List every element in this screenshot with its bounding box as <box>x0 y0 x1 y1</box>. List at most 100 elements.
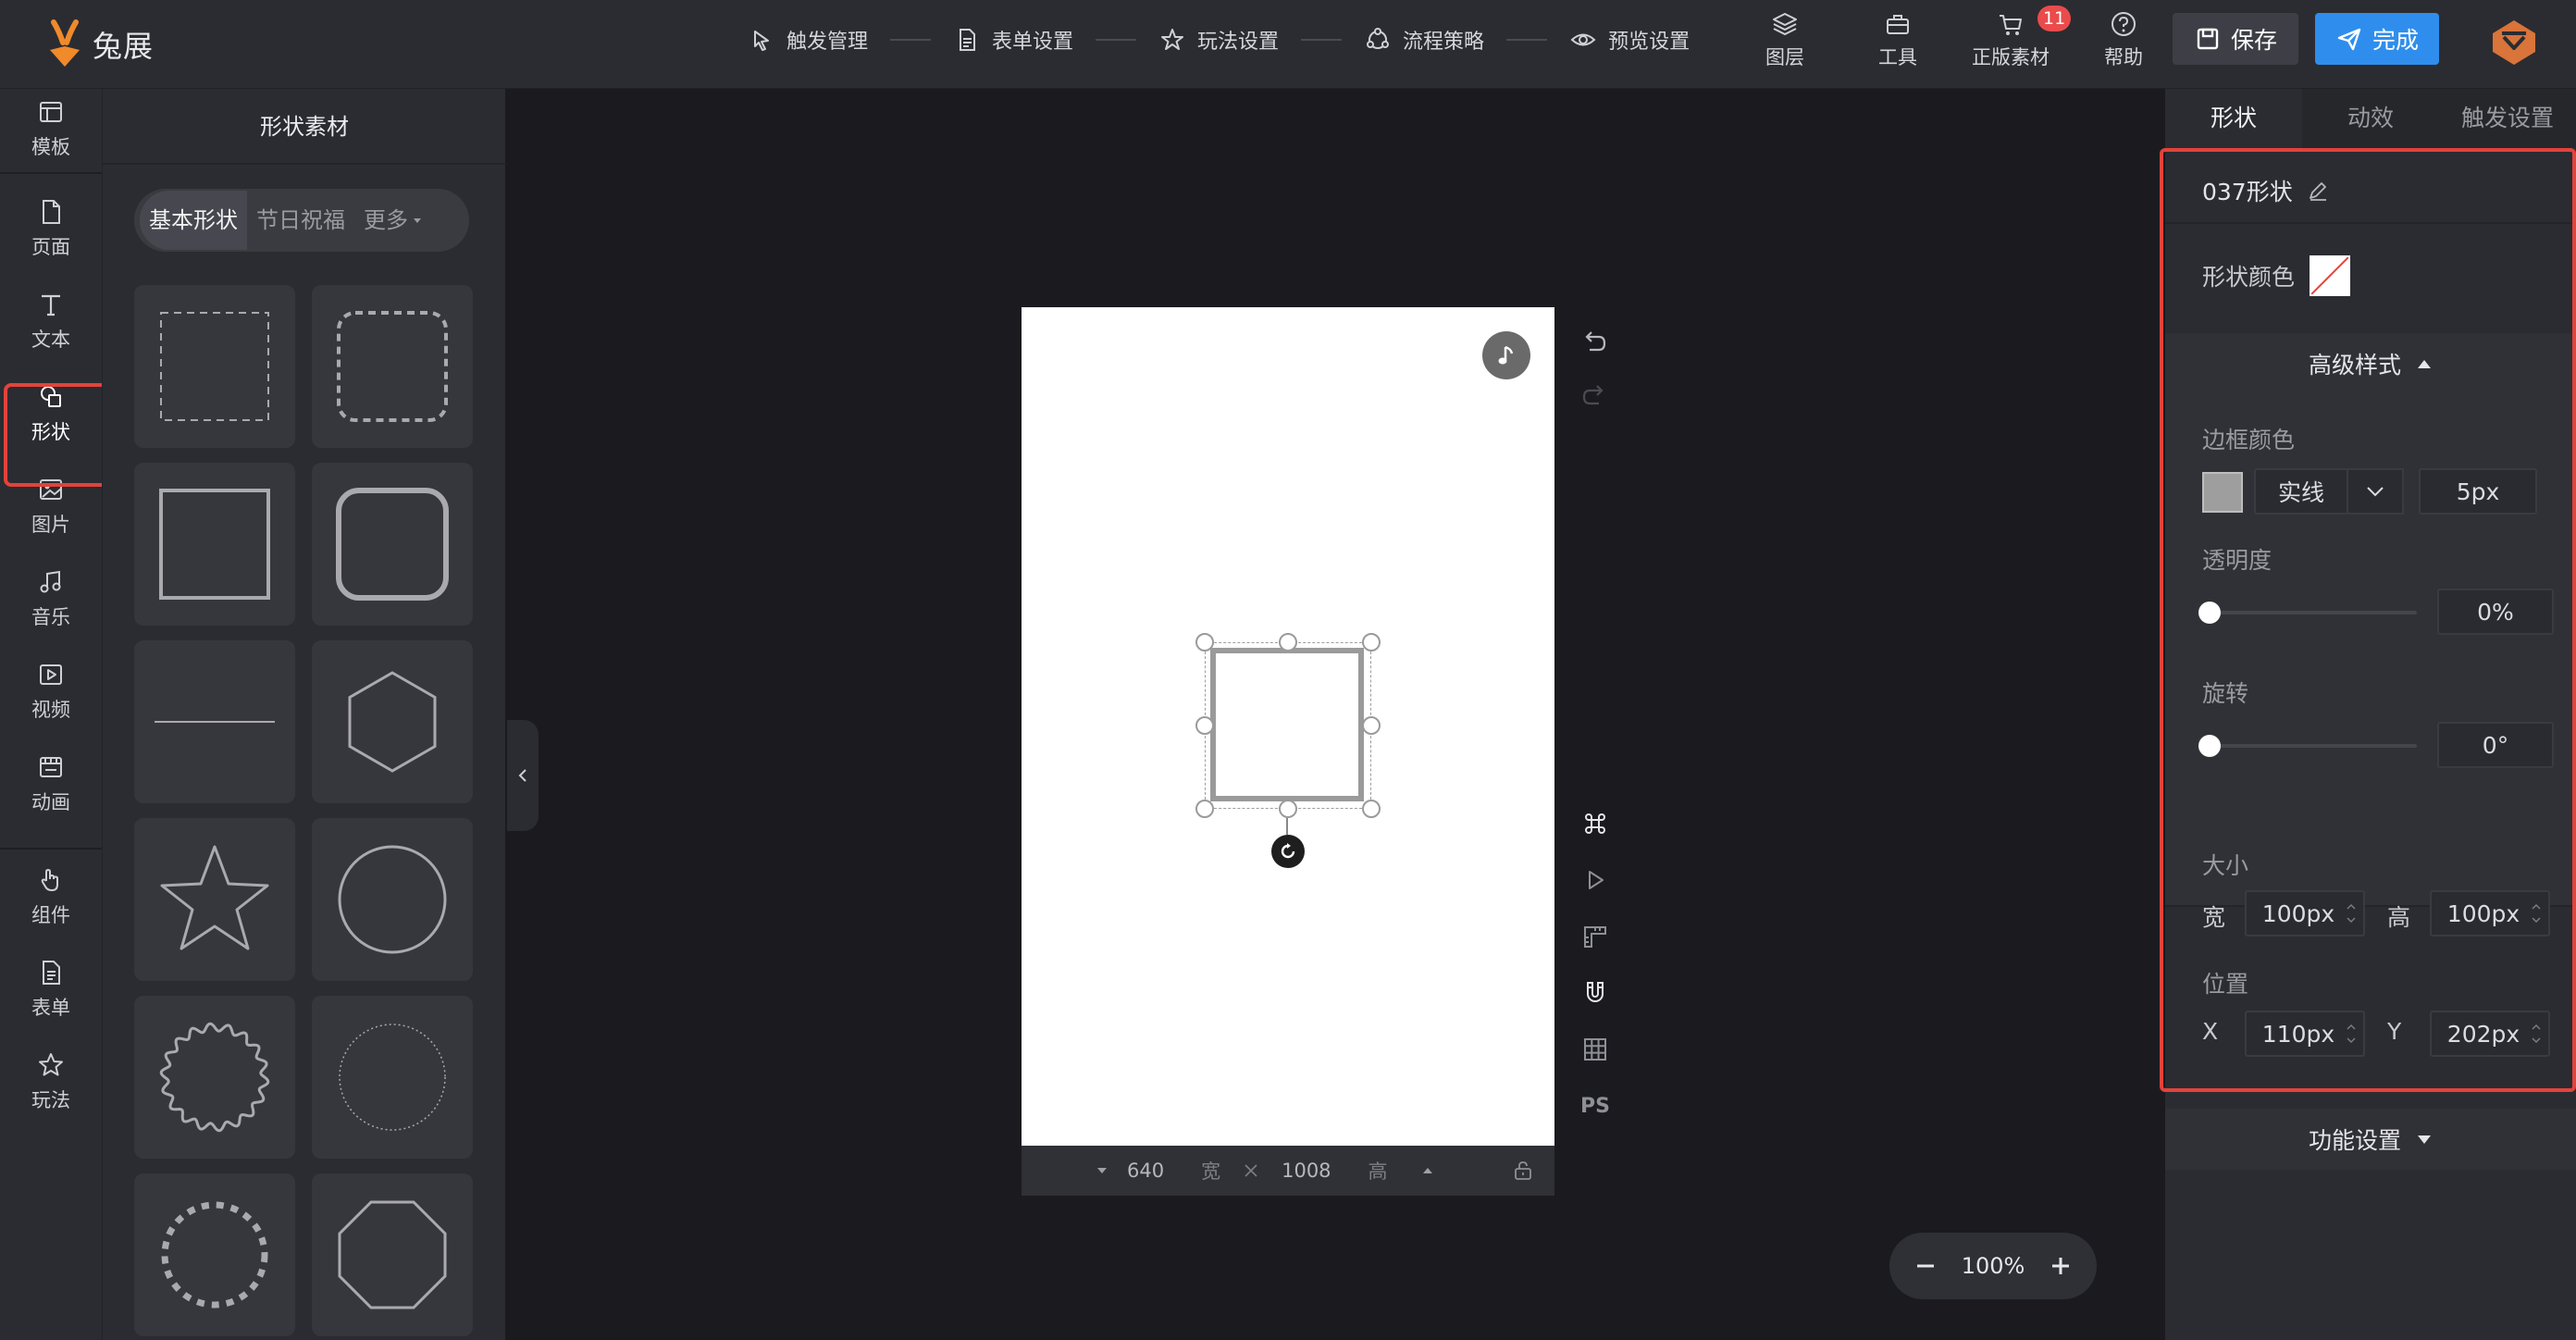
nav-video[interactable]: 视频 <box>0 651 102 731</box>
help-icon <box>2112 12 2136 36</box>
stepper-icon[interactable] <box>2530 896 2543 931</box>
history-controls <box>1579 328 1612 435</box>
stepper-icon[interactable] <box>2345 1016 2358 1051</box>
cart-icon <box>2000 15 2022 35</box>
border-style-select[interactable]: 实线 <box>2254 468 2348 515</box>
magnet-snap-button[interactable] <box>1579 976 1612 1010</box>
app-logo[interactable]: 兔展 <box>44 17 154 72</box>
zoom-in-icon[interactable] <box>2049 1254 2073 1278</box>
opacity-slider[interactable] <box>2198 602 2421 624</box>
shape-star[interactable] <box>134 818 295 981</box>
shape-octagon[interactable] <box>312 1173 473 1336</box>
function-settings-toggle[interactable]: 功能设置 <box>2165 1109 2576 1170</box>
ruler-button[interactable] <box>1579 920 1612 953</box>
zoom-out-icon[interactable] <box>1913 1254 1938 1278</box>
redo-icon[interactable] <box>1579 381 1610 413</box>
edit-icon[interactable] <box>2306 179 2330 203</box>
nav-component[interactable]: 组件 <box>0 857 102 937</box>
shortcut-button[interactable] <box>1579 807 1612 840</box>
shape-dashed-rounded-square[interactable] <box>312 285 473 448</box>
nav-page[interactable]: 页面 <box>0 189 102 268</box>
shape-color-swatch[interactable] <box>2310 255 2350 296</box>
shape-rounded-square[interactable] <box>312 463 473 626</box>
app-name: 兔展 <box>93 29 155 64</box>
canvas-height-value[interactable]: 1008 <box>1282 1160 1331 1182</box>
border-style-dropdown[interactable] <box>2347 468 2404 515</box>
x-input[interactable]: 110px <box>2245 1011 2365 1057</box>
shape-circle[interactable] <box>312 818 473 981</box>
resize-handle-right[interactable] <box>1362 716 1381 735</box>
tab-festival-greetings[interactable]: 节日祝福 <box>247 191 354 250</box>
background-music-button[interactable] <box>1482 331 1530 379</box>
times-icon <box>1245 1164 1257 1177</box>
step-trigger-management[interactable]: 触发管理 <box>748 25 868 55</box>
notification-badge: 11 <box>2037 6 2072 31</box>
resize-handle-top-right[interactable] <box>1362 633 1381 651</box>
tab-effects[interactable]: 动效 <box>2302 89 2439 148</box>
tool-layers[interactable]: 图层 <box>1728 0 1841 80</box>
advanced-style-toggle[interactable]: 高级样式 <box>2165 333 2576 394</box>
nav-music[interactable]: 音乐 <box>0 559 102 639</box>
opacity-input[interactable]: 0% <box>2437 589 2554 635</box>
play-preview-button[interactable] <box>1579 863 1612 897</box>
border-width-input[interactable]: 5px <box>2419 468 2537 515</box>
nav-gameplay[interactable]: 玩法 <box>0 1042 102 1122</box>
shape-line[interactable] <box>134 640 295 803</box>
grid-button[interactable] <box>1579 1033 1612 1066</box>
step-flow-strategy[interactable]: 流程策略 <box>1364 25 1484 55</box>
slider-knob[interactable] <box>2198 602 2221 624</box>
send-icon <box>2337 28 2361 51</box>
nav-form[interactable]: 表单 <box>0 949 102 1029</box>
x-label: X <box>2202 1018 2219 1045</box>
resize-handle-top[interactable] <box>1279 633 1297 651</box>
caret-down-icon[interactable] <box>1096 1164 1108 1177</box>
step-form-settings[interactable]: 表单设置 <box>953 25 1073 55</box>
nav-shape[interactable]: 形状 <box>0 374 102 453</box>
resize-handle-bottom[interactable] <box>1279 800 1297 818</box>
nav-animation[interactable]: 动画 <box>0 744 102 824</box>
rotation-slider[interactable] <box>2198 735 2421 757</box>
tab-more[interactable]: 更多 <box>354 191 432 250</box>
resize-handle-bottom-left[interactable] <box>1195 800 1214 818</box>
tool-toolbox[interactable]: 工具 <box>1841 0 1954 80</box>
stepper-icon[interactable] <box>2530 1016 2543 1051</box>
width-input[interactable]: 100px <box>2245 890 2365 937</box>
rotate-handle[interactable] <box>1271 835 1305 868</box>
resize-handle-left[interactable] <box>1195 716 1214 735</box>
shape-hexagon[interactable] <box>312 640 473 803</box>
music-note-icon <box>1498 345 1514 365</box>
ps-import-button[interactable]: PS <box>1579 1089 1612 1123</box>
tab-trigger-settings[interactable]: 触发设置 <box>2439 89 2576 148</box>
resize-handle-top-left[interactable] <box>1195 633 1214 651</box>
shape-dotted-circle[interactable] <box>312 996 473 1159</box>
step-gameplay-settings[interactable]: 玩法设置 <box>1158 25 1279 55</box>
caret-up-icon[interactable] <box>1421 1164 1434 1177</box>
y-input[interactable]: 202px <box>2430 1011 2550 1057</box>
shape-dashed-thick-circle[interactable] <box>134 1173 295 1336</box>
done-button[interactable]: 完成 <box>2315 13 2439 65</box>
user-avatar-icon[interactable] <box>2489 17 2539 67</box>
lock-icon[interactable] <box>1512 1160 1534 1182</box>
shape-wavy-circle[interactable] <box>134 996 295 1159</box>
save-button[interactable]: 保存 <box>2173 13 2298 65</box>
rotation-input[interactable]: 0° <box>2437 722 2554 768</box>
collapse-panel-button[interactable] <box>507 720 539 831</box>
step-preview-settings[interactable]: 预览设置 <box>1569 25 1690 55</box>
height-input[interactable]: 100px <box>2430 890 2550 937</box>
nav-text[interactable]: 文本 <box>0 281 102 361</box>
slider-knob[interactable] <box>2198 735 2221 757</box>
undo-icon[interactable] <box>1579 328 1610 359</box>
shape-square[interactable] <box>134 463 295 626</box>
tab-shape[interactable]: 形状 <box>2165 89 2302 148</box>
nav-image[interactable]: 图片 <box>0 466 102 546</box>
canvas-width-value[interactable]: 640 <box>1127 1160 1164 1182</box>
nav-template[interactable]: 模板 <box>0 89 102 168</box>
shape-dashed-square[interactable] <box>134 285 295 448</box>
resize-handle-bottom-right[interactable] <box>1362 800 1381 818</box>
tab-basic-shapes[interactable]: 基本形状 <box>140 191 247 250</box>
stepper-icon[interactable] <box>2345 896 2358 931</box>
tool-help[interactable]: 帮助 <box>2067 0 2180 80</box>
border-color-swatch[interactable] <box>2202 472 2243 513</box>
selected-shape[interactable] <box>1195 633 1381 818</box>
tool-licensed-assets[interactable]: 11 正版素材 <box>1954 0 2072 80</box>
